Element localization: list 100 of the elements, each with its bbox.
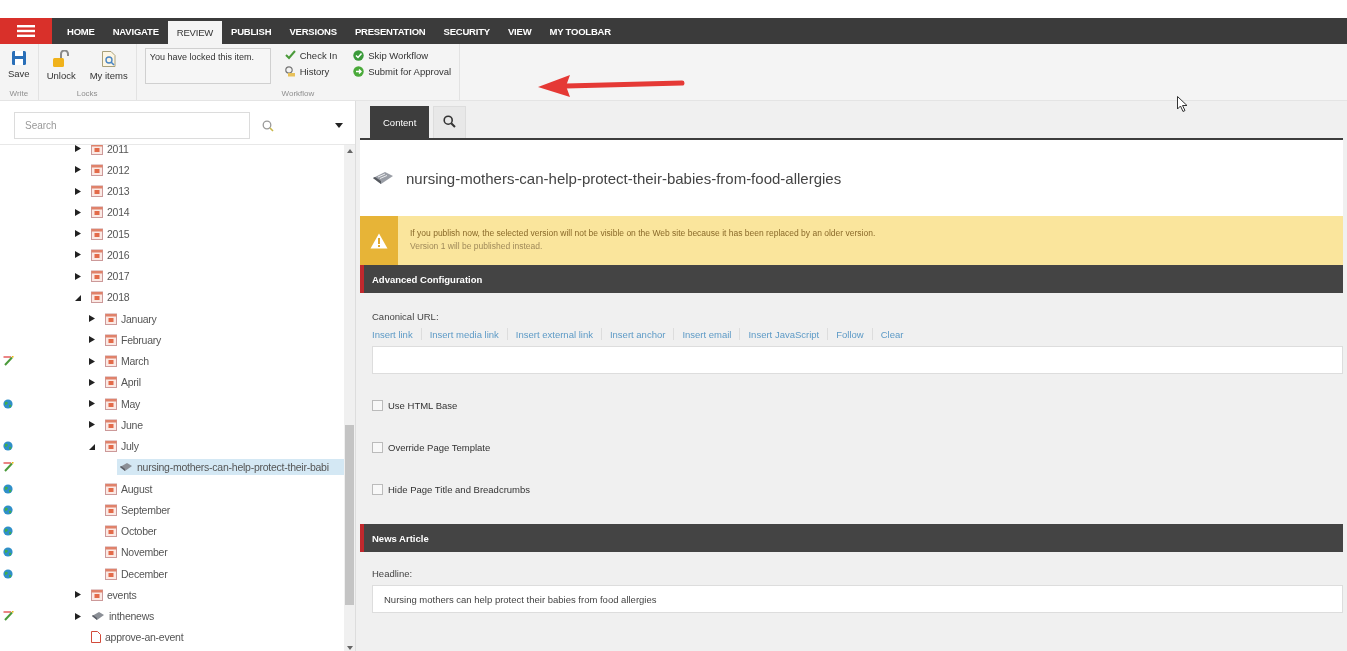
tree-item[interactable]: 2016 — [89, 246, 134, 263]
warning-text: If you publish now, the selected version will not be visible on the Web site because it has been replaced by an older version. — [410, 228, 876, 238]
calendar-icon — [91, 206, 103, 219]
calendar-icon — [91, 270, 103, 283]
calendar-icon — [105, 312, 117, 325]
unlock-button[interactable]: Unlock — [46, 50, 76, 89]
tree-item[interactable]: November — [103, 544, 172, 561]
tree-item[interactable]: February — [103, 331, 165, 348]
tree-item[interactable]: 2018 — [89, 289, 134, 306]
section-header[interactable]: Advanced Configuration — [360, 265, 1343, 293]
collapse-arrow-icon[interactable] — [75, 293, 81, 301]
expand-arrow-icon[interactable] — [75, 612, 81, 620]
checkbox[interactable] — [372, 399, 383, 411]
content-tab[interactable]: Content — [370, 106, 430, 138]
ribbon-tab[interactable]: VERSIONS — [280, 18, 346, 44]
tree-item[interactable]: events — [89, 586, 141, 603]
ribbon-tab[interactable]: NAVIGATE — [103, 18, 168, 44]
expand-arrow-icon[interactable] — [89, 336, 95, 344]
tree-item[interactable]: approve-an-event — [89, 629, 188, 646]
checkbox-label: Hide Page Title and Breadcrumbs — [388, 483, 531, 495]
check-in-button[interactable]: Check In — [284, 48, 338, 62]
expand-arrow-icon[interactable] — [89, 357, 95, 365]
tree-item[interactable]: January — [103, 310, 161, 327]
calendar-icon — [105, 525, 117, 538]
expand-arrow-icon[interactable] — [89, 378, 95, 386]
expand-arrow-icon[interactable] — [75, 145, 81, 153]
tree-item[interactable]: December — [103, 565, 172, 582]
group-label: Workflow — [280, 89, 316, 100]
checkbox[interactable] — [372, 441, 383, 453]
skip-workflow-button[interactable]: Skip Workflow — [353, 48, 452, 62]
expand-arrow-icon[interactable] — [75, 272, 81, 280]
tree-item[interactable]: September — [103, 501, 175, 518]
tree-item[interactable]: 2011 — [89, 145, 133, 157]
search-icon[interactable] — [262, 119, 274, 132]
save-icon — [10, 50, 27, 66]
dropdown-arrow-icon[interactable] — [335, 123, 343, 128]
ribbon-tab[interactable]: VIEW — [498, 18, 541, 44]
group-label: Locks — [75, 89, 99, 100]
tree-item[interactable]: July — [103, 438, 143, 455]
expand-arrow-icon[interactable] — [75, 208, 81, 216]
tree-item[interactable]: August — [103, 480, 157, 497]
expand-arrow-icon[interactable] — [75, 187, 81, 195]
tree-item[interactable]: May — [103, 395, 145, 412]
collapse-arrow-icon[interactable] — [89, 442, 95, 450]
expand-arrow-icon[interactable] — [75, 251, 81, 259]
history-icon — [284, 65, 296, 77]
calendar-icon — [105, 376, 117, 389]
field-label: Headline: — [372, 568, 414, 579]
tree-item[interactable]: 2017 — [89, 268, 134, 285]
calendar-icon — [105, 355, 117, 368]
expand-arrow-icon[interactable] — [89, 400, 95, 408]
my-items-button[interactable]: My items — [89, 50, 128, 89]
tree-item[interactable]: October — [103, 523, 161, 540]
calendar-icon — [91, 145, 103, 155]
save-button[interactable]: Save — [8, 50, 30, 89]
tree-item[interactable]: March — [103, 353, 153, 370]
tree-item[interactable]: 2013 — [89, 183, 134, 200]
calendar-icon — [105, 333, 117, 346]
calendar-icon — [91, 291, 103, 304]
newspaper-icon — [91, 611, 105, 622]
calendar-icon — [91, 588, 103, 601]
scroll-thumb[interactable] — [345, 424, 354, 605]
checkbox-label: Override Page Template — [388, 441, 491, 453]
search-tab[interactable] — [433, 106, 467, 138]
ribbon-tab[interactable]: PUBLISH — [222, 18, 281, 44]
calendar-icon — [105, 567, 117, 580]
ribbon-tab[interactable]: SECURITY — [434, 18, 499, 44]
expand-arrow-icon[interactable] — [75, 230, 81, 238]
tree-item[interactable]: April — [103, 374, 145, 391]
tree-item[interactable]: nursing-mothers-can-help-protect-their-babi — [117, 459, 344, 476]
expand-arrow-icon[interactable] — [89, 421, 95, 429]
checkbox[interactable] — [372, 483, 383, 495]
calendar-icon — [91, 163, 103, 176]
warning-text: Version 1 will be published instead. — [410, 241, 544, 251]
tree-item[interactable]: 2014 — [89, 204, 134, 221]
ribbon-tab[interactable]: HOME — [58, 18, 104, 44]
scroll-down-icon[interactable] — [346, 646, 353, 650]
tree-item[interactable]: 2015 — [89, 225, 134, 242]
section-header[interactable]: News Article — [360, 524, 1343, 552]
headline-input[interactable]: Nursing mothers can help protect their babies from food allergies — [372, 585, 1343, 613]
expand-arrow-icon[interactable] — [75, 166, 81, 174]
history-button[interactable]: History — [284, 64, 338, 78]
item-title: nursing-mothers-can-help-protect-their-babies-from-food-allergies — [406, 169, 842, 187]
calendar-icon — [105, 397, 117, 410]
calendar-icon — [105, 546, 117, 559]
menu-button[interactable] — [0, 18, 52, 44]
search-field[interactable]: Search — [14, 112, 250, 139]
ribbon-tab[interactable]: PRESENTATION — [345, 18, 435, 44]
scroll-up-icon[interactable] — [346, 149, 353, 153]
checkbox-label: Use HTML Base — [388, 399, 458, 411]
ribbon-tab[interactable]: MY TOOLBAR — [540, 18, 620, 44]
expand-arrow-icon[interactable] — [89, 315, 95, 323]
calendar-icon — [105, 482, 117, 495]
tree-item[interactable]: inthenews — [89, 608, 159, 625]
expand-arrow-icon[interactable] — [75, 591, 81, 599]
url-input[interactable] — [372, 346, 1343, 374]
tree-item[interactable]: 2012 — [89, 161, 134, 178]
submit-approval-button[interactable]: Submit for Approval — [353, 64, 452, 78]
tree-item[interactable]: June — [103, 416, 147, 433]
ribbon-tab[interactable]: REVIEW — [167, 21, 223, 44]
